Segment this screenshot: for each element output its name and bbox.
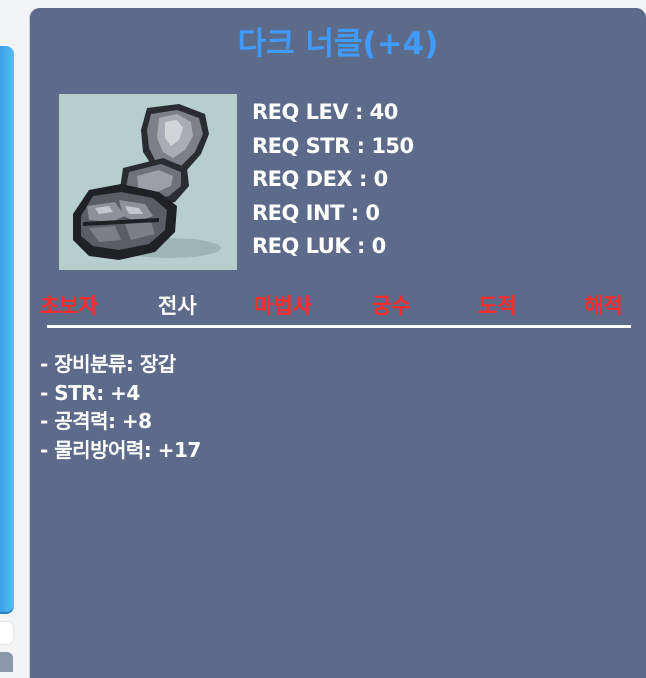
- job-warrior: 전사: [158, 294, 197, 318]
- desc-defense: - 물리방어력: +17: [40, 437, 201, 462]
- job-restrictions: 초보자 전사 마법사 궁수 도적 해적: [30, 290, 646, 320]
- job-pirate: 해적: [584, 294, 623, 318]
- side-tab-button[interactable]: [0, 622, 13, 644]
- item-description: - 장비분류: 장갑 - STR: +4 - 공격력: +8 - 물리방어력: …: [40, 350, 201, 464]
- item-name: 다크 너클(+4): [237, 26, 439, 62]
- job-magician: 마법사: [254, 294, 312, 318]
- desc-category: - 장비분류: 장갑: [40, 352, 176, 376]
- req-luk: REQ LUK : 0: [252, 234, 386, 258]
- job-archer: 궁수: [372, 294, 411, 318]
- req-dex: REQ DEX : 0: [252, 167, 388, 191]
- side-tab-edge: [0, 652, 13, 672]
- job-thief: 도적: [478, 294, 517, 318]
- item-tooltip-panel: 다크 너클(+4) REQ LEV: 40 REQ STR: 150 REQ…: [30, 8, 646, 678]
- desc-attack: - 공격력: +8: [40, 409, 152, 433]
- job-beginner: 초보자: [40, 294, 98, 318]
- divider: [47, 325, 631, 328]
- req-level: REQ LEV : 40: [252, 100, 398, 124]
- req-int: REQ INT : 0: [252, 200, 380, 225]
- side-tab-strip[interactable]: [0, 46, 14, 612]
- knuckle-glove-icon: [73, 104, 221, 260]
- req-str: REQ STR : 150: [252, 133, 414, 158]
- requirement-list: REQ LEV : 40 REQ STR : 150 REQ DEX : 0 R…: [252, 96, 414, 264]
- desc-str: - STR: +4: [40, 380, 140, 405]
- item-image: [59, 94, 237, 270]
